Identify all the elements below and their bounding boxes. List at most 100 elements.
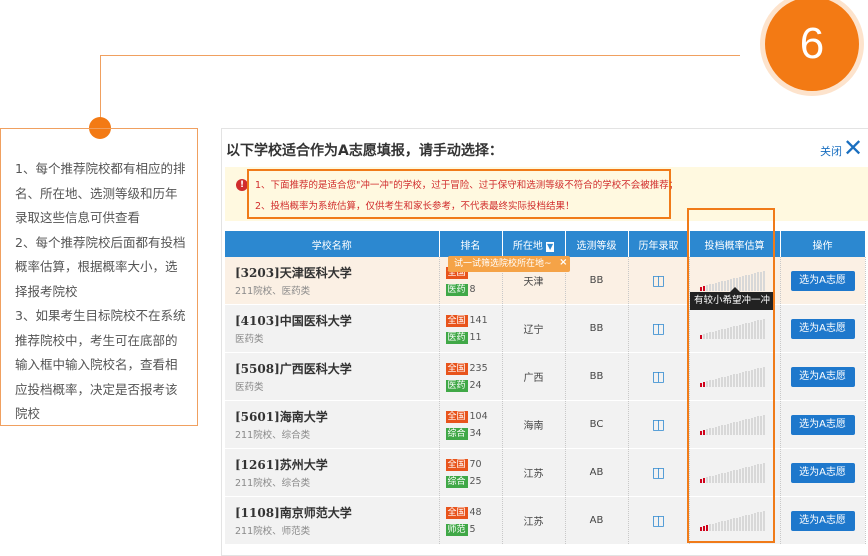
action-cell: 选为A志愿 (780, 304, 866, 353)
action-cell: 选为A志愿 (780, 496, 866, 545)
connector-line (100, 55, 740, 56)
select-a-button[interactable]: 选为A志愿 (790, 318, 855, 339)
rank-cell: 全国 48 师范 5 (439, 496, 503, 545)
col-rank: 排名 (439, 231, 503, 257)
chart-icon[interactable]: ◫ (652, 417, 665, 433)
level-cell: BB (565, 304, 629, 353)
history-cell: ◫ (628, 400, 690, 449)
select-a-button[interactable]: 选为A志愿 (790, 462, 855, 483)
connector-line-vertical (100, 55, 101, 119)
level-cell: BB (565, 257, 629, 305)
school-name[interactable]: [5508]广西医科大学 (235, 360, 439, 377)
select-a-button[interactable]: 选为A志愿 (790, 510, 855, 531)
school-tags: 医药类 (235, 382, 264, 393)
school-cell: [1108]南京师范大学 211院校、师范类 (225, 496, 440, 545)
filter-tooltip: 试一试筛选院校所在地~ × (448, 256, 570, 272)
school-tags: 211院校、综合类 (235, 478, 311, 489)
select-a-button[interactable]: 选为A志愿 (790, 414, 855, 435)
level-cell: BC (565, 400, 629, 449)
national-rank: 70 (469, 458, 482, 470)
explanation-item-3: 3、如果考生目标院校不在系统推荐院校中，考生可在底部的输入框中输入院校名，查看相… (15, 308, 186, 421)
close-link[interactable]: 关闭 (820, 143, 842, 159)
chart-icon[interactable]: ◫ (652, 273, 665, 289)
col-school-name: 学校名称 (225, 231, 440, 257)
chart-icon[interactable]: ◫ (652, 465, 665, 481)
school-cell: [3203]天津医科大学 211院校、医药类 (225, 257, 440, 305)
category-rank: 11 (469, 331, 482, 343)
national-rank-tag: 全国 (445, 458, 468, 471)
rank-cell: 全国 235 医药 24 (439, 352, 503, 401)
category-rank-tag: 综合 (445, 475, 468, 488)
chart-icon[interactable]: ◫ (652, 369, 665, 385)
notice-line-1: 1、下面推荐的是适合您"冲一冲"的学校，过于冒险、过于保守和选测等级不符合的学校… (255, 180, 679, 191)
school-cell: [5508]广西医科大学医药类 (225, 352, 440, 401)
history-cell: ◫ (628, 304, 690, 353)
national-rank: 141 (469, 314, 488, 326)
action-cell: 选为A志愿 (780, 448, 866, 497)
school-tags: 211院校、师范类 (235, 526, 311, 537)
school-name[interactable]: [5601]海南大学 (235, 408, 439, 425)
category-rank: 34 (469, 427, 482, 439)
notice-line-2: 2、投档概率为系统估算，仅供考生和家长参考，不代表最终实际投档结果！ (255, 201, 575, 212)
category-rank-tag: 综合 (445, 427, 468, 440)
col-action: 操作 (780, 231, 866, 257)
national-rank-tag: 全国 (445, 362, 468, 375)
national-rank-tag: 全国 (445, 506, 468, 519)
location-cell: 广西 (502, 352, 566, 401)
school-cell: [4103]中国医科大学 医药类 (225, 304, 440, 353)
school-tags: 211院校、综合类 (235, 430, 311, 441)
dropdown-icon[interactable]: ▼ (546, 241, 555, 252)
tooltip-close-icon[interactable]: × (559, 255, 567, 271)
explanation-item-1: 1、每个推荐院校都有相应的排名、所在地、选测等级和历年录取这些信息可供查看 (15, 161, 186, 225)
national-rank: 104 (469, 410, 488, 422)
history-cell: ◫ (628, 496, 690, 545)
level-cell: AB (565, 496, 629, 545)
location-cell: 辽宁 (502, 304, 566, 353)
chart-icon[interactable]: ◫ (652, 513, 665, 529)
category-rank-tag: 医药 (445, 379, 468, 392)
explanation-item-2: 2、每个推荐院校后面都有投档概率估算，根据概率大小，选择报考院校 (15, 234, 186, 299)
location-cell: 海南 (502, 400, 566, 449)
col-location[interactable]: 所在地 ▼ (502, 231, 566, 257)
category-rank: 25 (469, 475, 482, 487)
school-cell: [5601]海南大学 211院校、综合类 (225, 400, 440, 449)
step-badge: 6 (760, 0, 864, 96)
recommendation-panel: 以下学校适合作为A志愿填报，请手动选择： 关闭 ✕ ! 1、下面推荐的是适合您"… (221, 128, 868, 556)
school-name[interactable]: [4103]中国医科大学 (235, 312, 439, 329)
history-cell: ◫ (628, 257, 690, 305)
national-rank-tag: 全国 (445, 410, 468, 423)
school-name[interactable]: [1108]南京师范大学 (235, 504, 439, 521)
category-rank: 5 (469, 523, 476, 535)
filter-tooltip-text: 试一试筛选院校所在地~ (454, 259, 552, 269)
select-a-button[interactable]: 选为A志愿 (790, 270, 855, 291)
school-name[interactable]: [3203]天津医科大学 (235, 264, 439, 281)
category-rank-tag: 医药 (445, 331, 468, 344)
school-name[interactable]: [1261]苏州大学 (235, 456, 439, 473)
category-rank: 24 (469, 379, 482, 391)
explanation-box: 1、每个推荐院校都有相应的排名、所在地、选测等级和历年录取这些信息可供查看 2、… (0, 128, 198, 426)
school-cell: [1261]苏州大学 211院校、综合类 (225, 448, 440, 497)
level-cell: AB (565, 448, 629, 497)
close-icon[interactable]: ✕ (843, 133, 863, 163)
chart-icon[interactable]: ◫ (652, 321, 665, 337)
school-tags: 211院校、医药类 (235, 286, 311, 297)
category-rank-tag: 师范 (445, 523, 468, 536)
location-cell: 江苏 (502, 496, 566, 545)
probability-column-highlight (687, 208, 775, 543)
col-history: 历年录取 (628, 231, 690, 257)
col-location-label: 所在地 (512, 240, 543, 252)
select-a-button[interactable]: 选为A志愿 (790, 366, 855, 387)
rank-cell: 全国 70 综合 25 (439, 448, 503, 497)
col-level: 选测等级 (565, 231, 629, 257)
national-rank-tag: 全国 (445, 314, 468, 327)
location-cell: 江苏 (502, 448, 566, 497)
rank-cell: 全国 141 医药 11 (439, 304, 503, 353)
history-cell: ◫ (628, 352, 690, 401)
action-cell: 选为A志愿 (780, 400, 866, 449)
category-rank: 8 (469, 283, 476, 295)
rank-cell: 全国 104 综合 34 (439, 400, 503, 449)
panel-title: 以下学校适合作为A志愿填报，请手动选择： (226, 143, 503, 159)
level-cell: BB (565, 352, 629, 401)
history-cell: ◫ (628, 448, 690, 497)
category-rank-tag: 医药 (445, 283, 468, 296)
